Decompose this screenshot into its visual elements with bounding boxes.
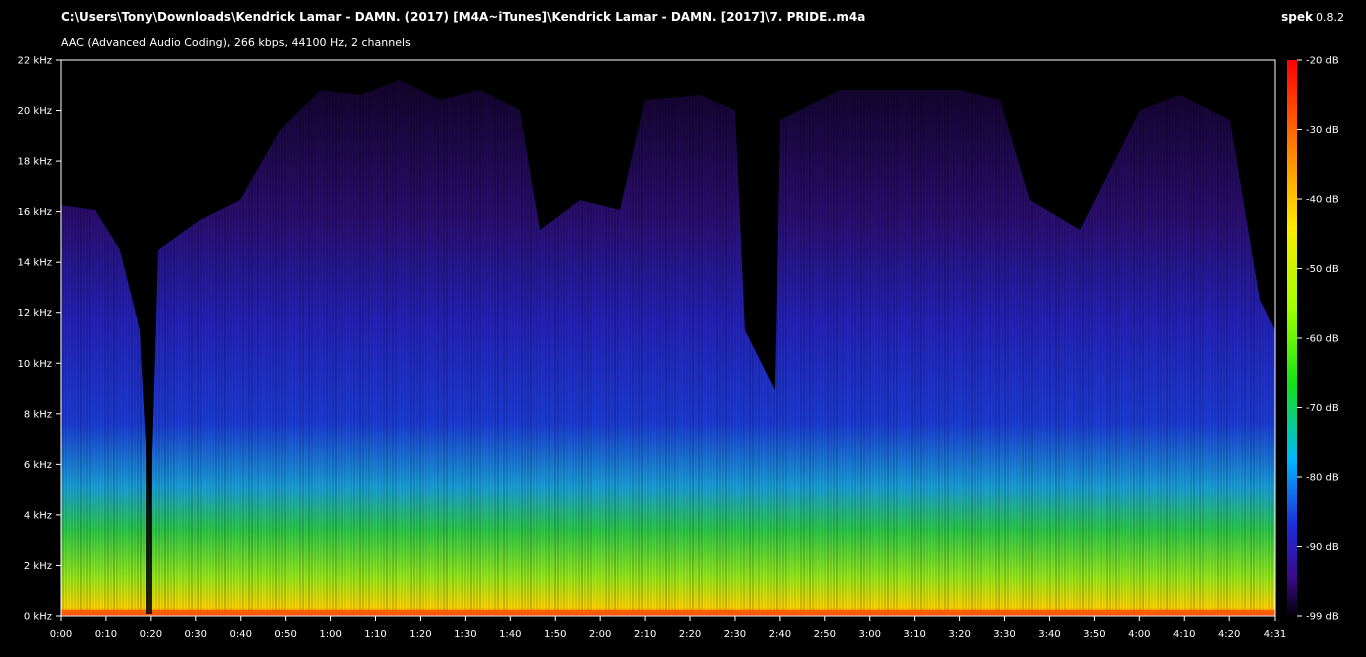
spectrogram-view: 22 kHz 20 kHz 18 kHz 16 kHz 14 kHz 12 kHz 10 k…	[0, 0, 1366, 657]
frequency-tick-label: 10 kHz	[18, 359, 52, 370]
time-tick-label: 4:31	[1264, 629, 1286, 640]
time-tick-label: 1:30	[454, 629, 476, 640]
time-tick-label: 1:20	[409, 629, 431, 640]
frequency-tick-label: 22 kHz	[18, 56, 52, 67]
db-tick-label: -70 dB	[1306, 403, 1339, 414]
frequency-tick-label: 12 kHz	[18, 308, 52, 319]
time-tick-label: 0:50	[274, 629, 296, 640]
low-frequency-band	[61, 610, 1275, 615]
time-tick-label: 2:20	[679, 629, 701, 640]
time-tick-label: 0:10	[95, 629, 117, 640]
time-tick-label: 2:40	[769, 629, 791, 640]
time-tick-label: 3:40	[1038, 629, 1060, 640]
time-tick-label: 3:20	[948, 629, 970, 640]
time-tick-label: 1:40	[499, 629, 521, 640]
time-tick-label: 2:10	[634, 629, 656, 640]
time-tick-label: 4:00	[1128, 629, 1150, 640]
time-tick-label: 3:30	[993, 629, 1015, 640]
db-tick-label: -40 dB	[1306, 195, 1339, 206]
frequency-tick-label: 18 kHz	[18, 157, 52, 168]
db-tick-label: -30 dB	[1306, 125, 1339, 136]
db-axis: -20 dB -30 dB -40 dB -50 dB -60 dB -70 dB -80 …	[1297, 56, 1339, 623]
frequency-tick-label: 0 kHz	[24, 612, 52, 623]
frequency-tick-label: 20 kHz	[18, 106, 52, 117]
db-tick-label: -60 dB	[1306, 334, 1339, 345]
time-tick-label: 0:20	[140, 629, 162, 640]
time-tick-label: 4:10	[1173, 629, 1195, 640]
time-tick-label: 1:10	[364, 629, 386, 640]
time-tick-label: 4:20	[1218, 629, 1240, 640]
frequency-axis: 22 kHz 20 kHz 18 kHz 16 kHz 14 kHz 12 kHz 10 k…	[18, 56, 61, 623]
time-tick-label: 3:10	[903, 629, 925, 640]
frequency-tick-label: 8 kHz	[24, 409, 52, 420]
time-tick-label: 0:30	[185, 629, 207, 640]
time-axis: 0:00 0:10 0:20 0:30 0:40 0:50 1:00 1:10 1:20 1:30…	[50, 616, 1286, 640]
frequency-tick-label: 2 kHz	[24, 561, 52, 572]
db-tick-label: -50 dB	[1306, 264, 1339, 275]
frequency-tick-label: 16 kHz	[18, 207, 52, 218]
spectrogram-gap	[146, 60, 152, 614]
db-tick-label: -90 dB	[1306, 542, 1339, 553]
db-tick-label: -80 dB	[1306, 473, 1339, 484]
frequency-tick-label: 4 kHz	[24, 510, 52, 521]
time-tick-label: 2:00	[589, 629, 611, 640]
time-tick-label: 3:50	[1083, 629, 1105, 640]
time-tick-label: 2:50	[814, 629, 836, 640]
time-tick-label: 2:30	[724, 629, 746, 640]
frequency-tick-label: 14 kHz	[18, 258, 52, 269]
time-tick-label: 1:00	[319, 629, 341, 640]
db-tick-label: -20 dB	[1306, 56, 1339, 67]
db-color-bar	[1287, 60, 1297, 616]
frequency-tick-label: 6 kHz	[24, 460, 52, 471]
time-tick-label: 3:00	[859, 629, 881, 640]
time-tick-label: 1:50	[544, 629, 566, 640]
time-tick-label: 0:00	[50, 629, 72, 640]
time-tick-label: 0:40	[229, 629, 251, 640]
db-tick-label: -99 dB	[1306, 612, 1339, 623]
